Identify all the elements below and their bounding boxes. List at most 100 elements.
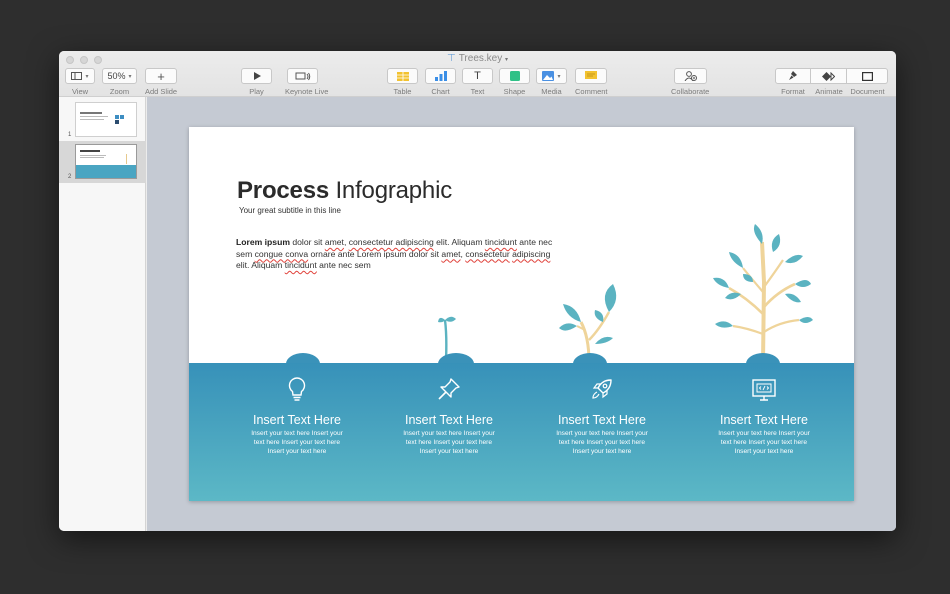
spellcheck-word: congue conva (254, 248, 309, 259)
slide-number: 1 (68, 132, 72, 138)
keynote-live-tool[interactable]: Keynote Live (285, 68, 328, 96)
lightbulb-icon (232, 377, 362, 403)
collaborate-icon (684, 71, 697, 81)
keynote-file-icon: ⊤ (446, 53, 456, 64)
step-heading[interactable]: Insert Text Here (232, 413, 362, 427)
slide-thumbnail-row-2[interactable]: 2 (59, 141, 146, 183)
body-text: elit. Aliquam (236, 260, 285, 270)
comment-tool[interactable]: Comment (575, 68, 608, 96)
collaborate-label: Collaborate (671, 87, 710, 96)
text-tool[interactable]: T Text (462, 68, 493, 96)
process-step-4[interactable]: Insert Text Here Insert your text here I… (699, 377, 829, 456)
slide-subtitle[interactable]: Your great subtitle in this line (239, 206, 341, 215)
process-step-3[interactable]: Insert Text Here Insert your text here I… (537, 377, 667, 456)
zoom-value: 50% (107, 71, 126, 81)
document-button[interactable] (847, 68, 888, 84)
document-title[interactable]: ⊤ Trees.key ▾ (59, 53, 896, 64)
spellcheck-word: amet (441, 248, 461, 259)
text-button[interactable]: T (462, 68, 493, 84)
media-label: Media (541, 87, 562, 96)
zoom-tool[interactable]: 50% ▾ Zoom (102, 68, 137, 96)
inspector-button-group (775, 68, 888, 84)
add-slide-button[interactable]: + (145, 68, 177, 84)
slide-thumbnail-row-1[interactable]: 1 (59, 99, 146, 141)
sapling-stage-3-illustration (559, 284, 617, 362)
process-step-2[interactable]: Insert Text Here Insert your text here I… (384, 377, 514, 456)
document-label: Document (850, 87, 885, 96)
shape-label: Shape (503, 87, 526, 96)
process-step-1[interactable]: Insert Text Here Insert your text here I… (232, 377, 362, 456)
view-button[interactable]: ▾ (65, 68, 95, 84)
step-description[interactable]: Insert your text here Insert your text h… (232, 429, 362, 456)
slide-canvas[interactable]: Process Infographic Your great subtitle … (147, 97, 896, 531)
step-heading[interactable]: Insert Text Here (537, 413, 667, 427)
rocket-icon (537, 377, 667, 403)
step-description[interactable]: Insert your text here Insert your text h… (537, 429, 667, 456)
comment-button[interactable] (575, 68, 607, 84)
sidebar-view-icon (71, 72, 83, 80)
slide-body-text[interactable]: Lorem ipsum dolor sit amet, consectetur … (236, 237, 566, 272)
slide[interactable]: Process Infographic Your great subtitle … (189, 127, 854, 501)
keynote-window: ⊤ Trees.key ▾ ▾ View 50% ▾ Zoom + Add Sli… (59, 51, 896, 531)
spellcheck-word: tincidunt (284, 260, 317, 270)
play-icon (253, 72, 261, 80)
table-button[interactable] (387, 68, 418, 84)
inspector-labels: Format Animate Document (775, 84, 888, 96)
slide-number: 2 (68, 174, 72, 180)
body-text: dolor sit (289, 237, 325, 247)
chevron-down-icon: ▾ (85, 73, 89, 80)
text-label: Text (470, 87, 485, 96)
collaborate-button[interactable] (673, 68, 707, 84)
table-tool[interactable]: Table (387, 68, 418, 96)
media-button[interactable]: ▾ (536, 68, 567, 84)
text-icon: T (474, 70, 481, 82)
format-button[interactable] (775, 68, 811, 84)
shape-icon (509, 71, 520, 81)
play-button[interactable] (241, 68, 272, 84)
step-heading[interactable]: Insert Text Here (384, 413, 514, 427)
broadcast-icon (295, 72, 310, 80)
chevron-down-icon: ▾ (128, 73, 132, 80)
step-description[interactable]: Insert your text here Insert your text h… (384, 429, 514, 456)
chevron-down-icon: ▾ (557, 73, 561, 80)
step-description[interactable]: Insert your text here Insert your text h… (699, 429, 829, 456)
shape-button[interactable] (499, 68, 530, 84)
keynote-live-button[interactable] (287, 68, 318, 84)
code-monitor-icon (699, 377, 829, 403)
view-tool[interactable]: ▾ View (65, 68, 95, 96)
play-tool[interactable]: Play (241, 68, 272, 96)
slide-thumbnail-1[interactable] (75, 102, 137, 137)
zoom-select[interactable]: 50% ▾ (102, 68, 137, 84)
pushpin-icon (384, 377, 514, 403)
chart-button[interactable] (425, 68, 456, 84)
play-label: Play (249, 87, 264, 96)
chevron-down-icon: ▾ (505, 57, 509, 63)
step-heading[interactable]: Insert Text Here (699, 413, 829, 427)
tree-stage-4-illustration (713, 224, 813, 362)
slide-navigator: 1 2 (59, 97, 146, 531)
media-icon (542, 71, 555, 81)
slide-thumbnail-2[interactable] (75, 144, 137, 179)
title-bar: ⊤ Trees.key ▾ ▾ View 50% ▾ Zoom + Add Sli… (59, 51, 896, 97)
collaborate-tool[interactable]: Collaborate (671, 68, 709, 96)
body-text: ante nec sem (316, 260, 371, 270)
view-label: View (71, 87, 89, 96)
keynote-live-label: Keynote Live (285, 87, 329, 96)
spellcheck-word: amet (324, 237, 344, 247)
shape-tool[interactable]: Shape (499, 68, 530, 96)
animate-button[interactable] (811, 68, 847, 84)
chart-tool[interactable]: Chart (425, 68, 456, 96)
animate-diamond-icon (822, 71, 835, 81)
comment-icon (585, 71, 597, 79)
plus-icon: + (157, 68, 165, 84)
spellcheck-word: adipiscing (512, 248, 551, 259)
body-text: ornare ante Lorem ipsum dolor sit (308, 248, 442, 259)
media-tool[interactable]: ▾ Media (536, 68, 567, 96)
add-slide-label: Add Slide (145, 87, 178, 96)
add-slide-tool[interactable]: + Add Slide (145, 68, 177, 96)
slide-title[interactable]: Process Infographic (237, 177, 452, 205)
spellcheck-word: consectetur adipiscing (348, 237, 434, 247)
table-icon (396, 71, 409, 81)
body-lead: Lorem ipsum (236, 237, 290, 247)
chart-label: Chart (431, 87, 450, 96)
